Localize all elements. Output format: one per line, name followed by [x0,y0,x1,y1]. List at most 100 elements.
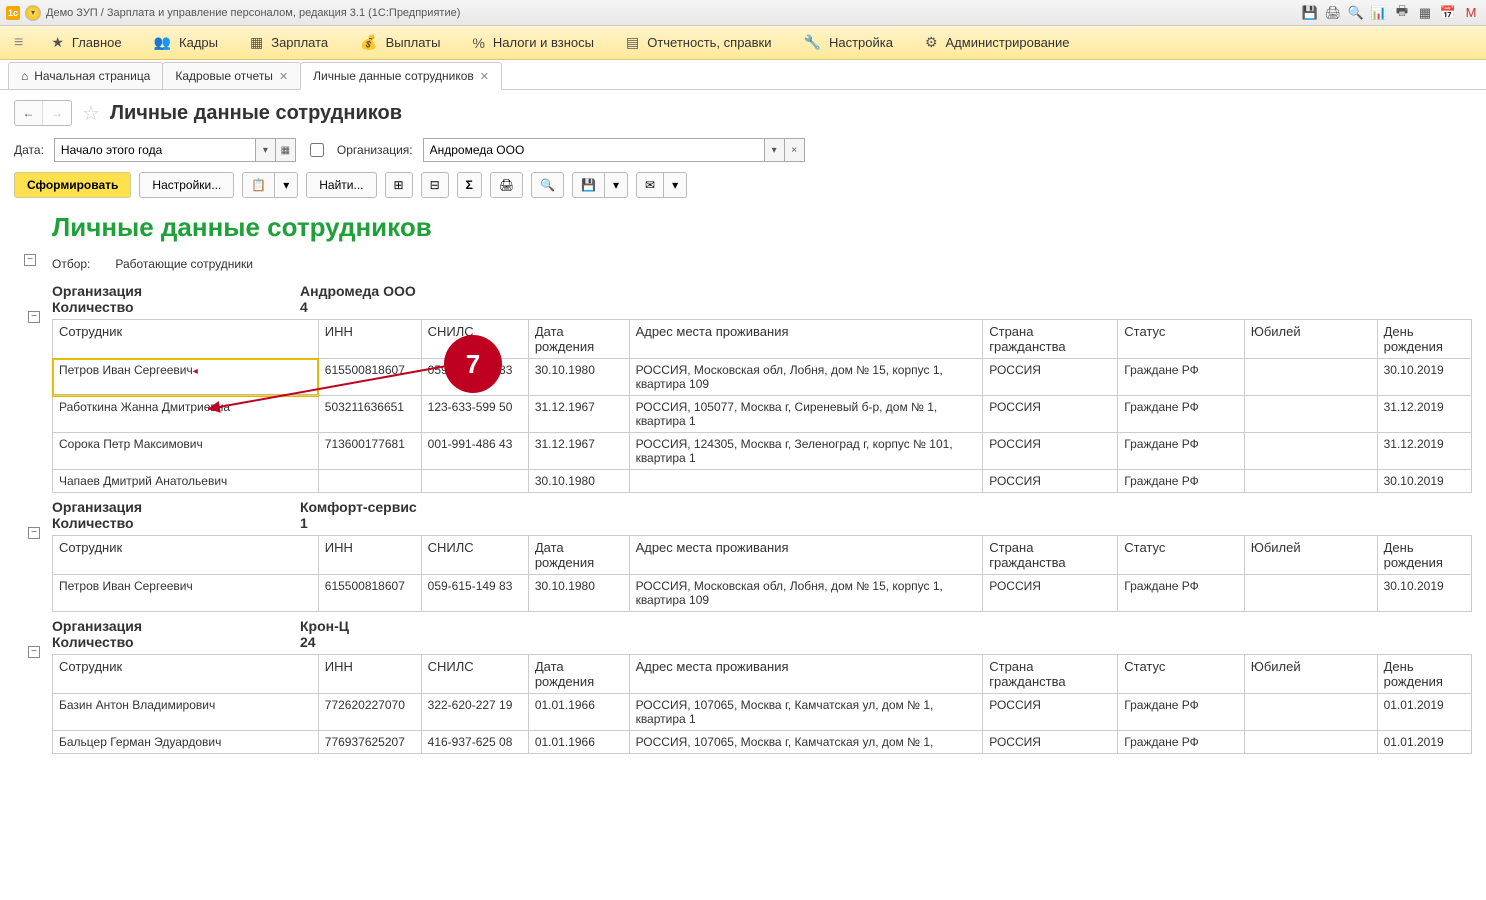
clear-icon[interactable]: × [784,139,804,161]
dropdown-icon[interactable]: ▾ [764,139,784,161]
cell-jubilee [1244,433,1377,470]
table-row[interactable]: Чапаев Дмитрий Анатольевич 30.10.1980 РО… [53,470,1472,493]
variant-dd-button[interactable]: ▾ [275,172,298,198]
forward-button[interactable]: → [43,101,71,125]
col-country[interactable]: Страна гражданства [983,655,1118,694]
save-dd-button[interactable]: ▾ [605,172,628,198]
form-button[interactable]: Сформировать [14,172,131,198]
cell-dob: 30.10.1980 [528,359,629,396]
dropdown-icon[interactable]: ▾ [255,139,275,161]
col-inn[interactable]: ИНН [318,655,421,694]
find-button[interactable]: Найти... [306,172,376,198]
link-icon[interactable]: 🖶 [1393,4,1411,22]
callout-number: 7 [466,349,480,380]
menu-admin[interactable]: ⚙Администрирование [911,26,1084,59]
col-jubilee[interactable]: Юбилей [1244,536,1377,575]
col-status[interactable]: Статус [1118,536,1244,575]
col-address[interactable]: Адрес места проживания [629,536,983,575]
tab-home[interactable]: ⌂Начальная страница [8,62,163,89]
col-status[interactable]: Статус [1118,655,1244,694]
col-employee[interactable]: Сотрудник [53,320,319,359]
dropdown-icon[interactable]: ▾ [25,5,41,21]
cell-inn [318,470,421,493]
table-row[interactable]: Петров Иван Сергеевич 615500818607 059-6… [53,575,1472,612]
tab-personal-data[interactable]: Личные данные сотрудников✕ [300,62,502,90]
cell-dob: 31.12.1967 [528,396,629,433]
table-header-row: Сотрудник ИНН СНИЛС Дата рождения Адрес … [53,655,1472,694]
cell-employee: Бальцер Герман Эдуардович [53,731,319,754]
menu-label: Кадры [179,35,218,50]
menu-hr[interactable]: 👥Кадры [140,26,232,59]
cell-birthday: 01.01.2019 [1377,731,1471,754]
burger-icon[interactable]: ≡ [10,34,33,52]
table-icon: ▦ [250,34,263,51]
print-icon[interactable]: 🖨 [1324,4,1342,22]
col-inn[interactable]: ИНН [318,536,421,575]
col-dob[interactable]: Дата рождения [528,655,629,694]
col-dob[interactable]: Дата рождения [528,320,629,359]
save-icon[interactable]: 💾 [1301,4,1319,22]
org-input[interactable] [424,139,764,161]
col-country[interactable]: Страна гражданства [983,320,1118,359]
collapse-icon[interactable]: − [24,254,36,266]
collapse-icon[interactable]: − [28,527,40,539]
menu-taxes[interactable]: %Налоги и взносы [458,26,608,59]
expand-button[interactable]: ⊞ [385,172,413,198]
menu-main[interactable]: ★Главное [37,26,135,59]
col-birthday[interactable]: День рождения [1377,320,1471,359]
collapse-button[interactable]: ⊟ [421,172,449,198]
titlebar: 1c ▾ Демо ЗУП / Зарплата и управление пе… [0,0,1486,26]
col-inn[interactable]: ИНН [318,320,421,359]
col-jubilee[interactable]: Юбилей [1244,655,1377,694]
mail-button[interactable]: ✉ [636,172,664,198]
col-dob[interactable]: Дата рождения [528,536,629,575]
col-address[interactable]: Адрес места проживания [629,655,983,694]
report-filter: Отбор: Работающие сотрудники [52,257,1472,271]
mail-dd-button[interactable]: ▾ [664,172,687,198]
collapse-icon[interactable]: − [28,311,40,323]
save-button[interactable]: 💾 [572,172,605,198]
variant-button[interactable]: 📋 [242,172,275,198]
table-row[interactable]: Сорока Петр Максимович 713600177681 001-… [53,433,1472,470]
menu-label: Выплаты [386,35,441,50]
m-icon[interactable]: M [1462,4,1480,22]
col-snils[interactable]: СНИЛС [421,655,528,694]
grid-icon[interactable]: ▦ [1416,4,1434,22]
col-status[interactable]: Статус [1118,320,1244,359]
org-checkbox[interactable] [310,143,324,157]
close-icon[interactable]: ✕ [279,70,288,83]
date-input[interactable] [55,139,255,161]
settings-button[interactable]: Настройки... [139,172,234,198]
favorite-icon[interactable]: ☆ [82,101,100,126]
col-employee[interactable]: Сотрудник [53,536,319,575]
calendar-icon[interactable]: 📅 [1439,4,1457,22]
arrow-icon [204,357,454,417]
col-birthday[interactable]: День рождения [1377,536,1471,575]
preview-icon[interactable]: 🔍 [1347,4,1365,22]
calendar-icon[interactable]: ▦ [275,139,295,161]
menu-reports[interactable]: ▤Отчетность, справки [612,26,786,59]
preview-button[interactable]: 🔍 [531,172,564,198]
col-address[interactable]: Адрес места проживания [629,320,983,359]
org-value: Крон-Ц [300,618,349,634]
menu-payments[interactable]: 💰Выплаты [346,26,454,59]
print-button[interactable]: 🖨 [490,172,523,198]
close-icon[interactable]: ✕ [480,70,489,83]
group-block: − ОрганизацияКомфорт-сервис Количество1 … [18,499,1472,612]
table-row[interactable]: Бальцер Герман Эдуардович 776937625207 4… [53,731,1472,754]
calc-icon[interactable]: 📊 [1370,4,1388,22]
menu-settings[interactable]: 🔧Настройка [790,26,907,59]
cell-status: Граждане РФ [1118,694,1244,731]
back-button[interactable]: ← [15,101,43,125]
table-row[interactable]: Базин Антон Владимирович 772620227070 32… [53,694,1472,731]
collapse-icon[interactable]: − [28,646,40,658]
col-birthday[interactable]: День рождения [1377,655,1471,694]
col-employee[interactable]: Сотрудник [53,655,319,694]
col-country[interactable]: Страна гражданства [983,536,1118,575]
col-snils[interactable]: СНИЛС [421,536,528,575]
star-icon: ★ [51,34,64,51]
col-jubilee[interactable]: Юбилей [1244,320,1377,359]
menu-salary[interactable]: ▦Зарплата [236,26,342,59]
sum-button[interactable]: Σ [457,172,482,198]
tab-hr-reports[interactable]: Кадровые отчеты✕ [162,62,301,89]
